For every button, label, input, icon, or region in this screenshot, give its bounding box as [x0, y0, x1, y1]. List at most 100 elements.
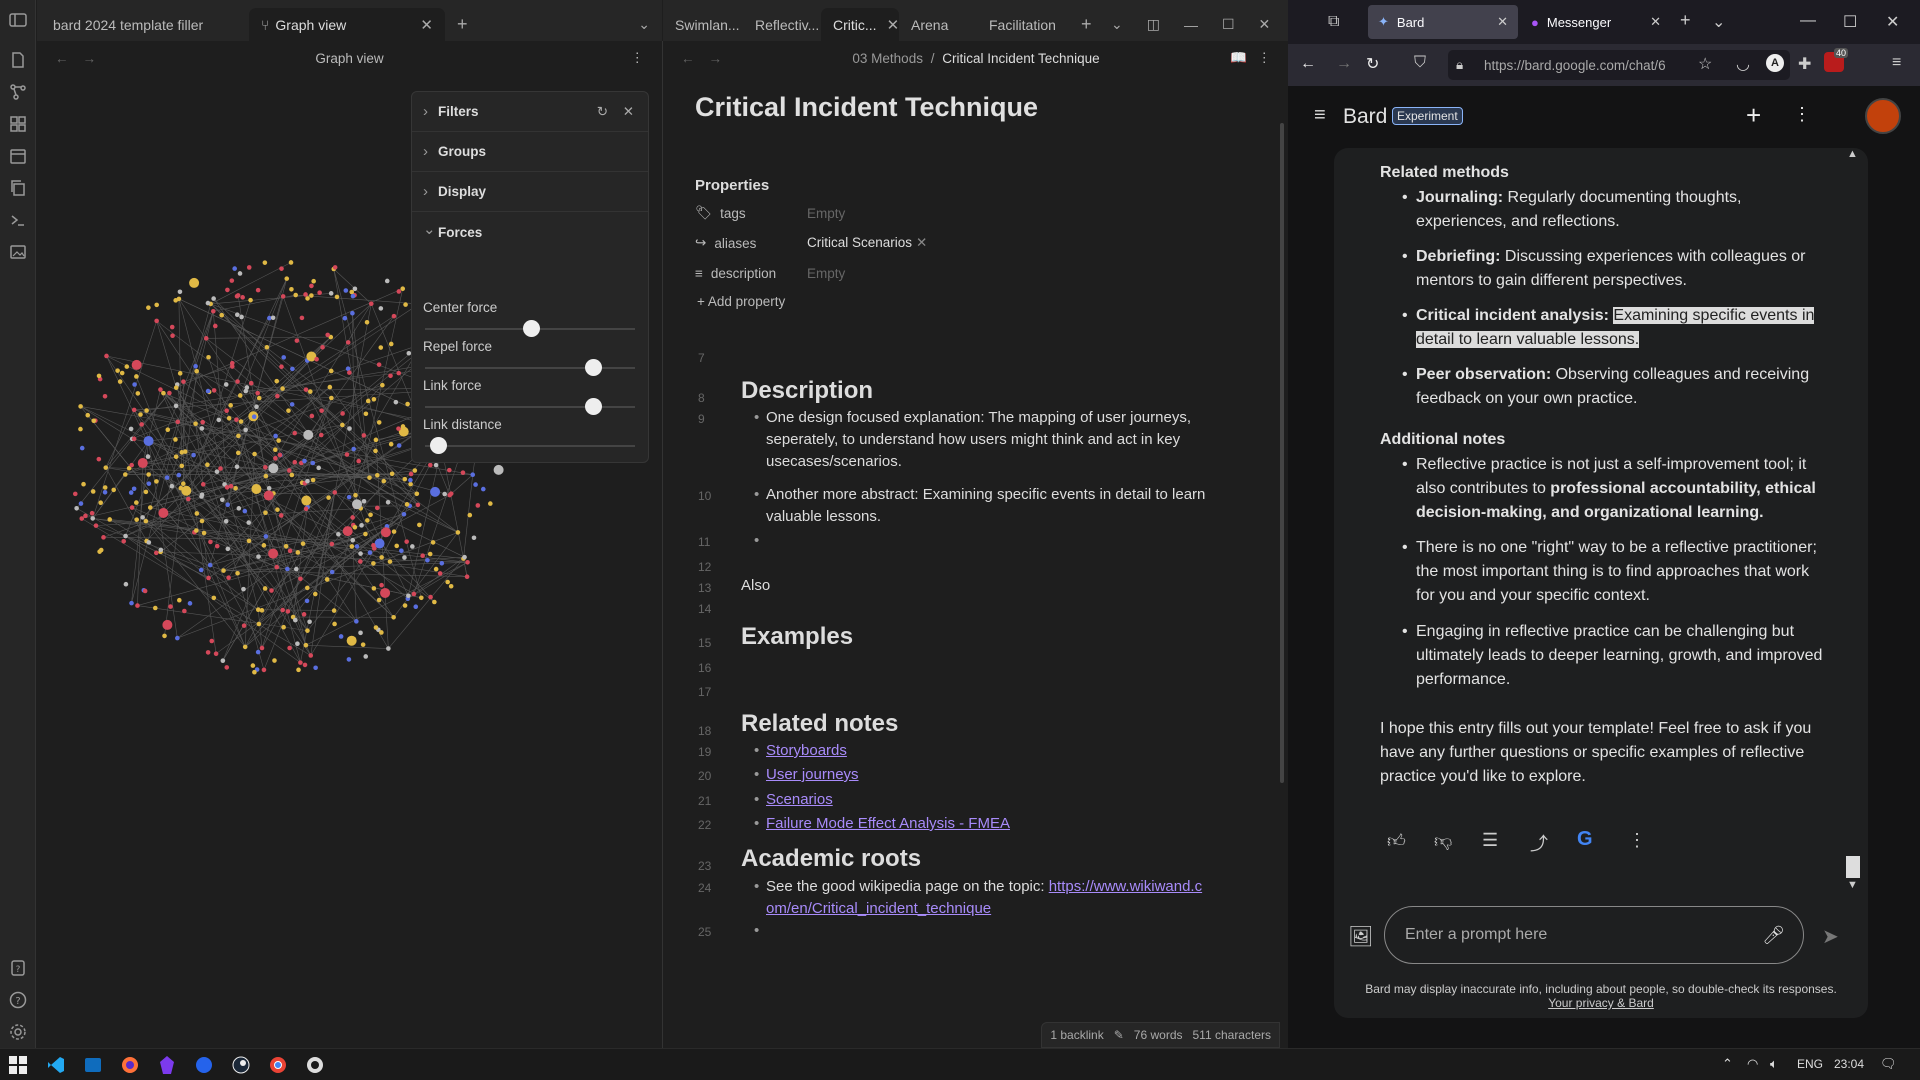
- graph-node[interactable]: [182, 608, 187, 614]
- property-value[interactable]: Critical Scenarios ✕: [807, 235, 927, 251]
- graph-node[interactable]: [83, 513, 88, 519]
- graph-node[interactable]: [224, 485, 230, 490]
- graph-node[interactable]: [193, 528, 199, 533]
- graph-node[interactable]: [91, 418, 97, 424]
- graph-node[interactable]: [131, 436, 137, 442]
- graph-node[interactable]: [274, 378, 280, 384]
- graph-node[interactable]: [241, 623, 247, 628]
- graph-node[interactable]: [255, 649, 261, 655]
- graph-node[interactable]: [309, 293, 314, 298]
- graph-node[interactable]: [325, 332, 330, 338]
- graph-node[interactable]: [353, 492, 358, 498]
- graph-node[interactable]: [72, 491, 78, 497]
- graph-node[interactable]: [467, 512, 473, 518]
- graph-node[interactable]: [346, 494, 352, 500]
- thumbs-down-icon[interactable]: 👎︎: [1434, 830, 1452, 852]
- graph-node[interactable]: [96, 373, 102, 379]
- graph-node[interactable]: [281, 355, 287, 360]
- graph-node[interactable]: [404, 539, 409, 544]
- graph-node[interactable]: [242, 508, 248, 514]
- graph-node[interactable]: [181, 379, 186, 384]
- graph-node[interactable]: [173, 298, 178, 303]
- graph-node[interactable]: [356, 458, 361, 464]
- back-arrow-icon[interactable]: ←: [1300, 55, 1316, 73]
- graph-node[interactable]: [299, 315, 305, 321]
- graph-node[interactable]: [307, 619, 312, 625]
- graph-node[interactable]: [146, 305, 151, 310]
- graph-node[interactable]: [268, 463, 279, 474]
- graph-node[interactable]: [169, 483, 175, 489]
- graph-node[interactable]: [301, 495, 312, 506]
- graph-node[interactable]: [393, 399, 399, 405]
- graph-node[interactable]: [279, 364, 284, 370]
- graph-node[interactable]: [367, 550, 373, 555]
- graph-node[interactable]: [235, 570, 240, 576]
- graph-node[interactable]: [417, 522, 422, 528]
- graph-node[interactable]: [117, 379, 123, 384]
- graph-node[interactable]: [379, 630, 384, 635]
- graph-node[interactable]: [428, 594, 433, 600]
- graph-node[interactable]: [218, 466, 223, 471]
- graph-node[interactable]: [345, 340, 351, 345]
- more-options-icon[interactable]: ⋮: [631, 50, 645, 66]
- graph-node[interactable]: [405, 401, 410, 407]
- graph-node[interactable]: [332, 265, 338, 270]
- close-window-icon[interactable]: ✕: [1247, 8, 1283, 41]
- graph-node[interactable]: [293, 292, 298, 298]
- graph-node[interactable]: [89, 510, 95, 516]
- graph-node[interactable]: [121, 538, 127, 544]
- graph-node[interactable]: [388, 373, 393, 379]
- graph-node[interactable]: [132, 382, 137, 387]
- forces-section[interactable]: Forces: [412, 212, 648, 252]
- graph-node[interactable]: [303, 642, 309, 648]
- graph-node[interactable]: [223, 518, 229, 524]
- graph-node[interactable]: [233, 485, 238, 491]
- graph-node[interactable]: [433, 462, 439, 468]
- help-icon[interactable]: ?: [8, 990, 28, 1010]
- slider-track[interactable]: [425, 445, 635, 447]
- graph-node[interactable]: [205, 300, 211, 306]
- graph-node[interactable]: [254, 404, 259, 410]
- graph-node[interactable]: [242, 644, 248, 650]
- shield-icon[interactable]: ⛉: [1414, 54, 1426, 72]
- graph-node[interactable]: [280, 607, 285, 613]
- graph-node[interactable]: [142, 588, 148, 594]
- sidebar-toggle-icon[interactable]: [8, 10, 28, 30]
- graph-node[interactable]: [143, 518, 149, 524]
- graph-node[interactable]: [246, 538, 252, 544]
- graph-node[interactable]: [209, 638, 215, 644]
- graph-node[interactable]: [402, 476, 408, 482]
- graph-node[interactable]: [226, 575, 231, 581]
- graph-node[interactable]: [380, 382, 385, 388]
- graph-node[interactable]: [365, 518, 370, 523]
- property-description[interactable]: ≡ description Empty: [695, 261, 1195, 285]
- graph-node[interactable]: [182, 449, 188, 454]
- upload-image-icon[interactable]: 🖼︎: [1348, 924, 1373, 949]
- close-icon[interactable]: ✕: [877, 16, 899, 34]
- graph-node[interactable]: [447, 467, 452, 473]
- graph-node[interactable]: [162, 633, 167, 639]
- property-aliases[interactable]: ↪ aliases Critical Scenarios ✕: [695, 231, 1195, 255]
- graph-node[interactable]: [300, 541, 306, 546]
- graph-node[interactable]: [177, 371, 183, 376]
- graph-node[interactable]: [268, 548, 279, 559]
- graph-node[interactable]: [350, 310, 355, 316]
- backlinks-count[interactable]: 1 backlink: [1050, 1028, 1103, 1042]
- graph-node[interactable]: [346, 635, 357, 646]
- graph-node[interactable]: [229, 360, 235, 366]
- remove-icon[interactable]: ✕: [916, 235, 927, 250]
- graph-node[interactable]: [221, 568, 226, 573]
- graph-node[interactable]: [259, 608, 265, 613]
- graph-node[interactable]: [358, 551, 363, 556]
- graph-node[interactable]: [310, 477, 316, 483]
- graph-node[interactable]: [391, 313, 397, 319]
- graph-node[interactable]: [131, 407, 137, 413]
- graph-node[interactable]: [194, 511, 200, 516]
- main-menu-icon[interactable]: ≡: [1314, 104, 1326, 127]
- graph-node[interactable]: [402, 603, 408, 608]
- graph-node[interactable]: [262, 260, 268, 265]
- tab-critical[interactable]: Critic... ✕: [821, 8, 899, 41]
- breadcrumb-folder[interactable]: 03 Methods: [852, 51, 923, 66]
- graph-node[interactable]: [259, 645, 265, 651]
- graph-node[interactable]: [187, 601, 193, 606]
